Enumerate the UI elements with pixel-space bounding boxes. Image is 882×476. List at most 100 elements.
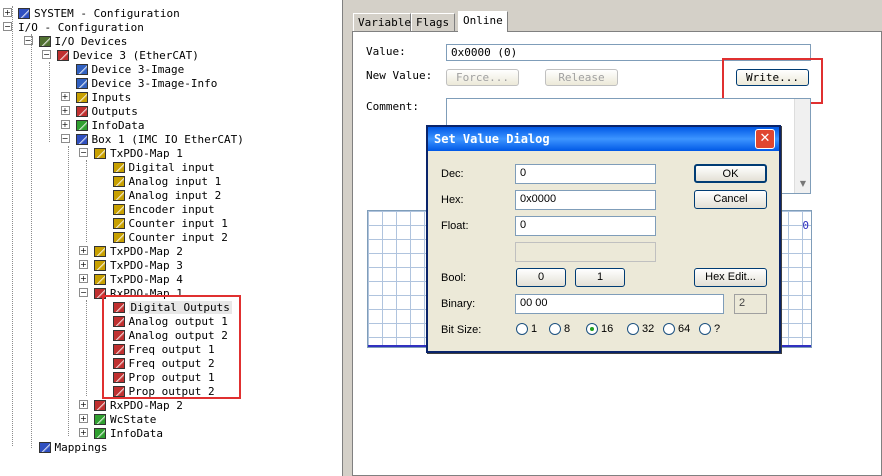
bitsize-radio-16[interactable]: 16 — [586, 323, 613, 335]
expand-icon[interactable]: + — [60, 106, 70, 115]
dec-label: Dec: — [441, 168, 464, 180]
input-var-icon — [112, 203, 125, 215]
pdo-map-out-icon — [94, 399, 106, 411]
pdo-map-icon — [94, 245, 106, 257]
bitsize-radio-1[interactable]: 1 — [516, 323, 537, 335]
float-field[interactable]: 0 — [515, 216, 656, 236]
tree-item[interactable]: TxPDO-Map 1 — [94, 146, 183, 160]
tree-item[interactable]: Analog input 2 — [112, 188, 222, 202]
tree-item-label: SYSTEM - Configuration — [34, 6, 180, 20]
tree-connector — [68, 146, 69, 436]
tree-connector — [86, 300, 87, 396]
dec-field[interactable]: 0 — [515, 164, 656, 184]
tree-item-label: Box 1 (IMC IO EtherCAT) — [91, 132, 244, 146]
hex-edit-button[interactable]: Hex Edit... — [694, 268, 767, 287]
tree-item[interactable]: Mappings — [38, 440, 107, 454]
collapse-icon[interactable]: − — [42, 50, 51, 59]
expand-icon[interactable]: + — [79, 246, 88, 255]
pdo-map-icon — [94, 273, 106, 285]
image-icon — [75, 63, 88, 75]
io-tree-panel[interactable]: + SYSTEM - Configuration − I/O - Configurat… — [0, 0, 343, 476]
expand-icon[interactable]: + — [79, 400, 88, 409]
expand-icon[interactable]: + — [79, 414, 88, 423]
bitsize-radio-64[interactable]: 64 — [663, 323, 690, 335]
tree-item[interactable]: Device 3-Image — [75, 62, 184, 76]
bool-0-button[interactable]: 0 — [516, 268, 566, 287]
expand-icon[interactable]: + — [3, 8, 12, 17]
dialog-titlebar[interactable]: Set Value Dialog — [428, 127, 779, 151]
tree-item[interactable]: WcState — [94, 412, 156, 426]
tree-item-label: TxPDO-Map 1 — [110, 146, 183, 160]
tree-item-label: RxPDO-Map 2 — [110, 398, 183, 412]
pdo-map-icon — [94, 147, 106, 159]
comment-scrollbar[interactable]: ▼ — [794, 99, 810, 193]
image-info-icon — [75, 77, 88, 89]
tree-item[interactable]: RxPDO-Map 2 — [94, 398, 183, 412]
chevron-down-icon[interactable]: ▼ — [797, 179, 809, 191]
collapse-icon[interactable]: − — [79, 148, 88, 157]
tree-item[interactable]: Analog input 1 — [112, 174, 222, 188]
value-label: Value: — [366, 45, 406, 58]
tree-item[interactable]: I/O - Configuration — [18, 20, 144, 34]
wcstate-icon — [94, 413, 106, 425]
tab-flags[interactable]: Flags — [411, 13, 455, 31]
binary-field[interactable]: 00 00 — [515, 294, 724, 314]
binary-label: Binary: — [441, 298, 476, 310]
tree-item[interactable]: Device 3 (EtherCAT) — [57, 48, 199, 62]
tree-item[interactable]: I/O Devices — [38, 34, 127, 48]
ok-button[interactable]: OK — [694, 164, 767, 183]
tab-variable[interactable]: Variable — [353, 13, 411, 31]
expand-icon[interactable]: + — [79, 274, 88, 283]
tree-item[interactable]: TxPDO-Map 4 — [94, 272, 183, 286]
tab-online[interactable]: Online — [458, 11, 508, 32]
cancel-button[interactable]: Cancel — [694, 190, 767, 209]
tab-variable-label: Variable — [358, 16, 411, 29]
tree-item[interactable]: InfoData — [94, 426, 163, 440]
expand-icon[interactable]: + — [79, 260, 88, 269]
collapse-icon[interactable]: − — [79, 288, 88, 297]
close-icon[interactable]: ✕ — [755, 129, 775, 149]
expand-icon[interactable]: + — [79, 428, 88, 437]
bool-1-button[interactable]: 1 — [575, 268, 625, 287]
tree-item-label: Analog input 2 — [128, 188, 222, 202]
tree-item[interactable]: Device 3-Image-Info — [75, 76, 218, 90]
mappings-icon — [38, 441, 51, 453]
hex-field[interactable]: 0x0000 — [515, 190, 656, 210]
tree-item[interactable]: Box 1 (IMC IO EtherCAT) — [75, 132, 244, 146]
tree-item[interactable]: TxPDO-Map 2 — [94, 244, 183, 258]
tree-item-label: I/O - Configuration — [18, 20, 144, 34]
binary-length-field: 2 — [734, 294, 767, 314]
tree-item[interactable]: Inputs — [75, 90, 131, 104]
release-button[interactable]: Release — [545, 69, 618, 86]
bitsize-radio-unknown[interactable]: ? — [699, 323, 720, 335]
force-button[interactable]: Force... — [446, 69, 519, 86]
input-var-icon — [112, 161, 125, 173]
tree-item[interactable]: Encoder input — [112, 202, 215, 216]
tree-item-label: Analog input 1 — [128, 174, 222, 188]
tree-item[interactable]: TxPDO-Map 3 — [94, 258, 183, 272]
bitsize-radio-8[interactable]: 8 — [549, 323, 570, 335]
expand-icon[interactable]: + — [60, 120, 70, 129]
tree-item-label: TxPDO-Map 4 — [110, 272, 183, 286]
float-extra-field — [515, 242, 656, 262]
tree-item[interactable]: Counter input 2 — [112, 230, 228, 244]
input-var-icon — [112, 189, 125, 201]
tree-item[interactable]: Outputs — [75, 104, 138, 118]
tree-item-label: Outputs — [91, 104, 138, 118]
collapse-icon[interactable]: − — [3, 22, 12, 31]
tree-item-label: Device 3 (EtherCAT) — [73, 48, 199, 62]
inputs-icon — [75, 91, 88, 103]
set-value-dialog: Set Value Dialog ✕ Dec: 0 OK Hex: 0x0000… — [426, 125, 781, 353]
tree-item[interactable]: Digital input — [112, 160, 215, 174]
tree-item-label: InfoData — [91, 118, 145, 132]
expand-icon[interactable]: + — [60, 92, 70, 101]
io-devices-icon — [38, 35, 51, 47]
tree-connector — [86, 160, 87, 242]
bitsize-radio-32[interactable]: 32 — [627, 323, 654, 335]
collapse-icon[interactable]: − — [60, 134, 70, 143]
tree-item[interactable]: SYSTEM - Configuration — [18, 6, 180, 20]
tree-item-label: Device 3-Image-Info — [91, 76, 218, 90]
tree-item[interactable]: Counter input 1 — [112, 216, 228, 230]
tree-item[interactable]: InfoData — [75, 118, 145, 132]
float-label: Float: — [441, 220, 469, 232]
